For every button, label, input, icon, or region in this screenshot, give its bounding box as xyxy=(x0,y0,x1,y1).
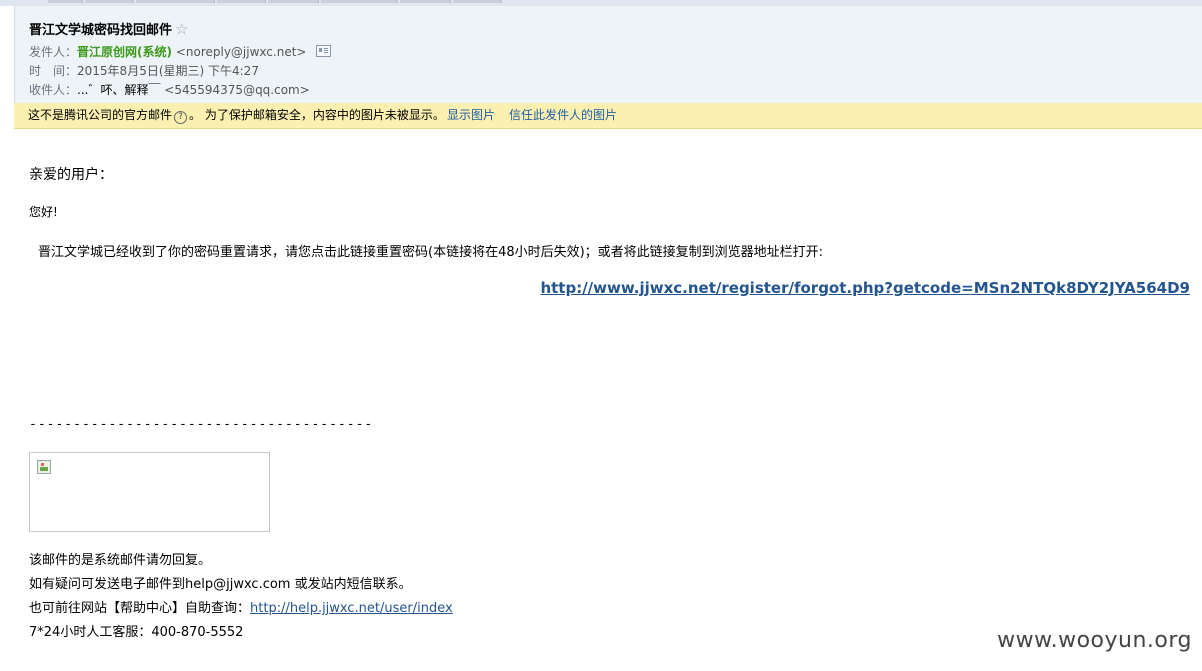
password-reset-link[interactable]: http://www.jjwxc.net/register/forgot.php… xyxy=(540,279,1190,297)
intro-paragraph: 晋江文学城已经收到了你的密码重置请求，请您点击此链接重置密码(本链接将在48小时… xyxy=(38,245,824,260)
from-label: 发件人： xyxy=(29,45,78,59)
help-center-link[interactable]: http://help.jjwxc.net/user/index xyxy=(250,601,453,616)
toolbar-tab[interactable] xyxy=(268,0,319,3)
to-row: 收件人：...゛吥、解释￣ <545594375@qq.com> xyxy=(29,81,310,98)
image-warning-bar: 这不是腾讯公司的官方邮件?。 为了保护邮箱安全，内容中的图片未被显示。 显示图片… xyxy=(14,103,1202,129)
sender-address[interactable]: <noreply@jjwxc.net> xyxy=(176,45,307,59)
toolbar-tab[interactable] xyxy=(217,0,266,3)
trust-sender-images-link[interactable]: 信任此发件人的图片 xyxy=(509,103,617,128)
sender-name[interactable]: 晋江原创网(系统) xyxy=(77,45,172,59)
toolbar-tab[interactable] xyxy=(136,0,215,3)
recipient-name[interactable]: ...゛吥、解释￣ xyxy=(77,83,160,97)
blocked-image-placeholder[interactable] xyxy=(29,452,270,532)
toolbar-tab[interactable] xyxy=(48,0,83,3)
help-center-label: 也可前往网站【帮助中心】自助查询： xyxy=(29,601,251,616)
warning-text-start: 这不是腾讯公司的官方邮件 xyxy=(28,108,173,122)
footer-hotline: 7*24小时人工客服：400-870-5552 xyxy=(29,625,244,640)
toolbar-tab[interactable] xyxy=(85,0,134,3)
from-row: 发件人：晋江原创网(系统) <noreply@jjwxc.net> xyxy=(29,43,332,60)
warning-text-end: 。 为了保护邮箱安全，内容中的图片未被显示。 xyxy=(189,108,445,122)
broken-image-icon xyxy=(37,460,51,474)
mail-body: 亲爱的用户： 您好! 晋江文学城已经收到了你的密码重置请求，请您点击此链接重置密… xyxy=(0,129,1202,671)
time-row: 时 间：2015年8月5日(星期三) 下午4:27 xyxy=(29,62,259,79)
toolbar-tab[interactable] xyxy=(321,0,398,3)
footer-contact: 如有疑问可发送电子邮件到help@jjwxc.com 或发站内短信联系。 xyxy=(29,577,412,592)
mail-subject: 晋江文学城密码找回邮件 ☆ xyxy=(29,19,188,38)
subject-text: 晋江文学城密码找回邮件 xyxy=(29,23,173,38)
toolbar-tab[interactable] xyxy=(453,0,502,3)
help-question-icon[interactable]: ? xyxy=(174,111,188,124)
watermark: www.wooyun.org xyxy=(997,628,1192,653)
footer-help-center: 也可前往网站【帮助中心】自助查询：http://help.jjwxc.net/u… xyxy=(29,597,453,616)
signature-divider: --------------------------------------- xyxy=(29,417,374,432)
contact-card-icon[interactable] xyxy=(316,45,332,57)
mail-header: 晋江文学城密码找回邮件 ☆ 发件人：晋江原创网(系统) <noreply@jjwx… xyxy=(14,6,1202,103)
star-icon[interactable]: ☆ xyxy=(175,20,188,38)
to-label: 收件人： xyxy=(29,83,78,97)
greeting: 亲爱的用户： xyxy=(29,167,113,183)
hello-text: 您好! xyxy=(29,205,58,219)
footer-no-reply: 该邮件的是系统邮件请勿回复。 xyxy=(29,553,212,568)
time-label: 时 间： xyxy=(29,64,78,78)
show-images-link[interactable]: 显示图片 xyxy=(447,103,495,128)
toolbar-tab[interactable] xyxy=(400,0,451,3)
recipient-address[interactable]: <545594375@qq.com> xyxy=(164,83,310,97)
time-value: 2015年8月5日(星期三) 下午4:27 xyxy=(77,64,259,78)
warning-text: 这不是腾讯公司的官方邮件?。 为了保护邮箱安全，内容中的图片未被显示。 xyxy=(28,103,445,128)
